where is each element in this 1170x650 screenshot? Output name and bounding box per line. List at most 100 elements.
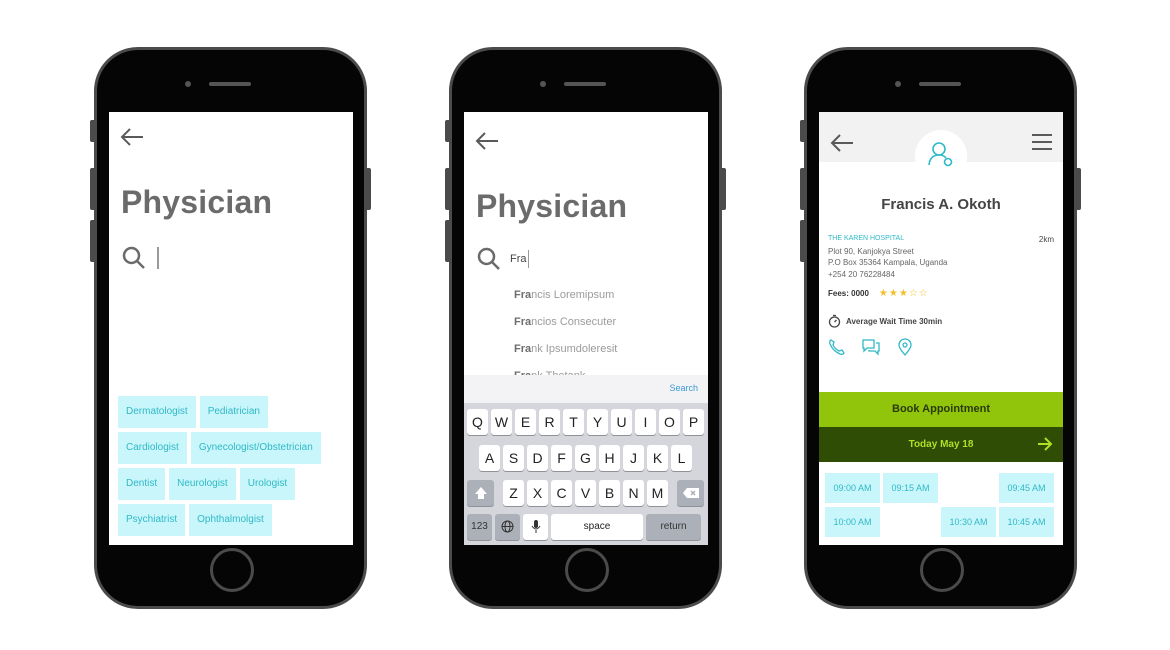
arrow-right-icon[interactable] <box>1037 437 1053 451</box>
hamburger-menu-icon[interactable] <box>1031 133 1053 151</box>
backspace-icon <box>682 488 699 498</box>
mute-switch <box>445 120 451 142</box>
letter-key[interactable]: C <box>551 480 572 506</box>
letter-key[interactable]: J <box>623 445 644 471</box>
book-appointment-button[interactable]: Book Appointment <box>819 392 1063 427</box>
suggestion-rest: ncios Consecuter <box>531 316 617 328</box>
letter-key[interactable]: W <box>491 409 512 435</box>
location-button[interactable] <box>896 338 914 356</box>
time-slot[interactable]: 09:45 AM <box>999 473 1054 503</box>
hospital-name[interactable]: THE KAREN HOSPITAL <box>828 235 904 242</box>
keyboard-row-1: QWERTYUIOP <box>467 409 704 435</box>
date-selector: Today May 18 <box>819 427 1063 462</box>
keyboard-accessory-bar: Search <box>464 375 708 403</box>
letter-key[interactable]: R <box>539 409 560 435</box>
letter-key[interactable]: U <box>611 409 632 435</box>
letter-key[interactable]: A <box>479 445 500 471</box>
letter-key[interactable]: S <box>503 445 524 471</box>
letter-key[interactable]: V <box>575 480 596 506</box>
specialty-chip[interactable]: Dermatologist <box>118 396 196 428</box>
letter-key[interactable]: B <box>599 480 620 506</box>
back-arrow-icon[interactable] <box>474 130 500 152</box>
letter-key[interactable]: Y <box>587 409 608 435</box>
home-button <box>920 548 964 592</box>
specialty-chip[interactable]: Psychiatrist <box>118 504 186 536</box>
time-slot[interactable]: 10:30 AM <box>941 507 996 537</box>
space-key[interactable]: space <box>551 514 643 540</box>
time-slot[interactable]: 10:00 AM <box>825 507 880 537</box>
back-arrow-icon[interactable] <box>119 126 145 148</box>
suggestion-item[interactable]: Frank Ipsumdoleresit <box>514 336 617 363</box>
map-pin-icon <box>898 338 912 356</box>
time-slot[interactable]: 09:00 AM <box>825 473 880 503</box>
suggestion-rest: nk Ipsumdoleresit <box>531 343 618 355</box>
time-slot[interactable]: 09:15 AM <box>883 473 938 503</box>
suggestion-item[interactable]: Francis Loremipsum <box>514 282 617 309</box>
return-key[interactable]: return <box>646 514 701 540</box>
user-profile-icon <box>928 142 953 167</box>
phone-frame-2: Physician Fra Francis Loremipsum Francios… <box>445 47 726 609</box>
screen-doctor-profile: Francis A. Okoth THE KAREN HOSPITAL 2km … <box>819 112 1063 545</box>
address-line-1: Plot 90, Kanjokya Street <box>828 247 914 256</box>
phone-number: +254 20 76228484 <box>828 270 895 279</box>
letter-key[interactable]: G <box>575 445 596 471</box>
mute-switch <box>800 120 806 142</box>
specialty-chip[interactable]: Pediatrician <box>199 396 268 428</box>
keyboard-row-4: 123 space return <box>467 514 701 540</box>
specialty-chip[interactable]: Dentist <box>118 468 166 500</box>
suggestion-match: Fra <box>514 316 532 328</box>
delete-key[interactable] <box>677 480 704 506</box>
letter-key[interactable]: X <box>527 480 548 506</box>
letter-key[interactable]: Z <box>503 480 524 506</box>
letter-key[interactable]: M <box>647 480 668 506</box>
power-button <box>720 168 726 210</box>
letter-key[interactable]: I <box>635 409 656 435</box>
contact-actions <box>828 338 914 356</box>
mute-switch <box>90 120 96 142</box>
suggestion-item[interactable]: Francios Consecuter <box>514 309 617 336</box>
home-button <box>565 548 609 592</box>
specialty-chip[interactable]: Gynecologist/Obstetrician <box>190 432 321 464</box>
specialty-chip[interactable]: Cardiologist <box>118 432 187 464</box>
search-field[interactable]: Fra <box>476 246 529 272</box>
star-rating: ★★★☆☆ <box>879 288 929 299</box>
chip-row: Dermatologist Pediatrician <box>118 396 346 428</box>
letter-key[interactable]: O <box>659 409 680 435</box>
globe-key[interactable] <box>495 514 520 540</box>
letter-key[interactable]: Q <box>467 409 488 435</box>
volume-down-button <box>90 220 96 262</box>
power-button <box>1075 168 1081 210</box>
letter-key[interactable]: P <box>683 409 704 435</box>
call-button[interactable] <box>828 338 846 356</box>
letter-key[interactable]: L <box>671 445 692 471</box>
specialty-chip[interactable]: Ophthalmolgist <box>189 504 272 536</box>
letter-key[interactable]: N <box>623 480 644 506</box>
wait-time-row: Average Wait Time 30min <box>828 314 942 328</box>
suggestion-rest: ncis Loremipsum <box>531 289 615 301</box>
dictation-key[interactable] <box>523 514 548 540</box>
keyboard-search-button[interactable]: Search <box>669 383 698 393</box>
suggestion-match: Fra <box>514 289 532 301</box>
search-field[interactable] <box>121 245 159 271</box>
letter-key[interactable]: E <box>515 409 536 435</box>
numbers-key[interactable]: 123 <box>467 514 492 540</box>
star-filled-icon: ★ <box>888 288 899 299</box>
letter-key[interactable]: T <box>563 409 584 435</box>
fees-label: Fees: 0000 <box>828 289 869 298</box>
page-title: Physician <box>121 184 273 220</box>
specialty-chip[interactable]: Neurologist <box>169 468 236 500</box>
back-arrow-icon[interactable] <box>829 132 855 154</box>
time-slot[interactable]: 10:45 AM <box>999 507 1054 537</box>
address-line-2: P.O Box 35364 Kampala, Uganda <box>828 258 948 267</box>
shift-arrow-icon <box>474 487 487 499</box>
search-input-value[interactable]: Fra <box>510 253 527 265</box>
search-icon <box>122 246 145 269</box>
letter-key[interactable]: K <box>647 445 668 471</box>
shift-key[interactable] <box>467 480 494 506</box>
letter-key[interactable]: F <box>551 445 572 471</box>
letter-key[interactable]: D <box>527 445 548 471</box>
message-button[interactable] <box>862 338 880 356</box>
doctor-name: Francis A. Okoth <box>881 196 1001 213</box>
specialty-chip[interactable]: Urologist <box>239 468 296 500</box>
letter-key[interactable]: H <box>599 445 620 471</box>
